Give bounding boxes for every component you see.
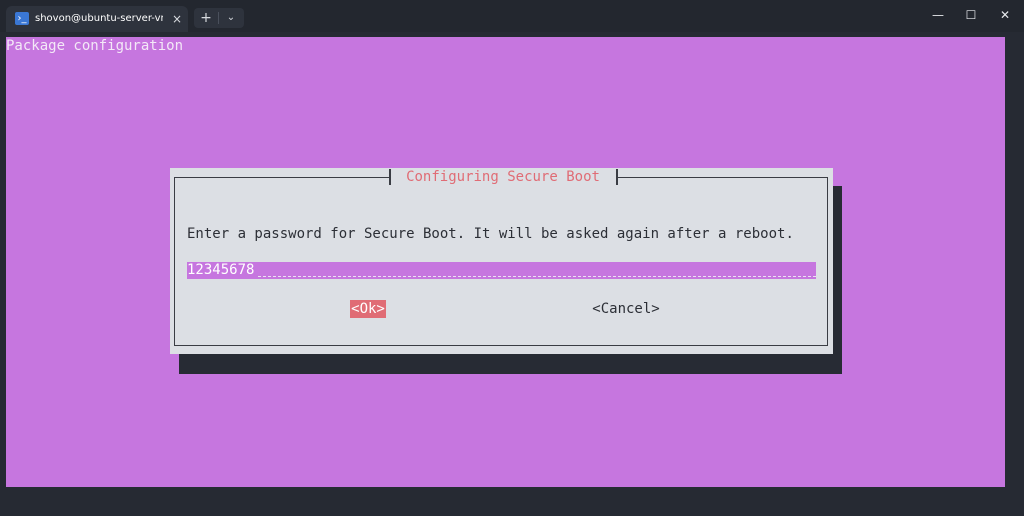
powershell-icon: ›_ bbox=[15, 12, 29, 25]
tab-title: shovon@ubuntu-server-vm: ~ bbox=[35, 13, 163, 24]
package-configuration-header: Package configuration bbox=[6, 38, 184, 54]
ok-button[interactable]: <Ok> bbox=[350, 300, 386, 318]
title-divider-left bbox=[389, 169, 391, 185]
terminal-tab[interactable]: ›_ shovon@ubuntu-server-vm: ~ × bbox=[6, 6, 188, 32]
close-window-button[interactable]: ✕ bbox=[987, 4, 1023, 26]
chevron-down-icon[interactable]: ⌄ bbox=[219, 8, 243, 28]
tab-actions: + ⌄ bbox=[194, 8, 244, 28]
new-tab-button[interactable]: + bbox=[194, 8, 218, 28]
cancel-button[interactable]: <Cancel> bbox=[591, 300, 661, 318]
dialog-message: Enter a password for Secure Boot. It wil… bbox=[187, 226, 794, 242]
password-input[interactable]: 12345678 bbox=[187, 262, 816, 279]
tab-close-icon[interactable]: × bbox=[170, 11, 184, 27]
terminal-screen[interactable]: Package configuration Configuring Secure… bbox=[6, 37, 1005, 487]
secure-boot-dialog: Configuring Secure Boot Enter a password… bbox=[170, 168, 833, 354]
password-input-underline bbox=[258, 276, 816, 277]
minimize-button[interactable]: — bbox=[920, 4, 956, 26]
password-value: 12345678 bbox=[187, 262, 255, 278]
maximize-button[interactable]: ☐ bbox=[953, 4, 989, 26]
title-divider-right bbox=[616, 169, 618, 185]
dialog-title: Configuring Secure Boot bbox=[389, 168, 617, 186]
window-titlebar: ›_ shovon@ubuntu-server-vm: ~ × + ⌄ — ☐ … bbox=[0, 0, 1024, 32]
